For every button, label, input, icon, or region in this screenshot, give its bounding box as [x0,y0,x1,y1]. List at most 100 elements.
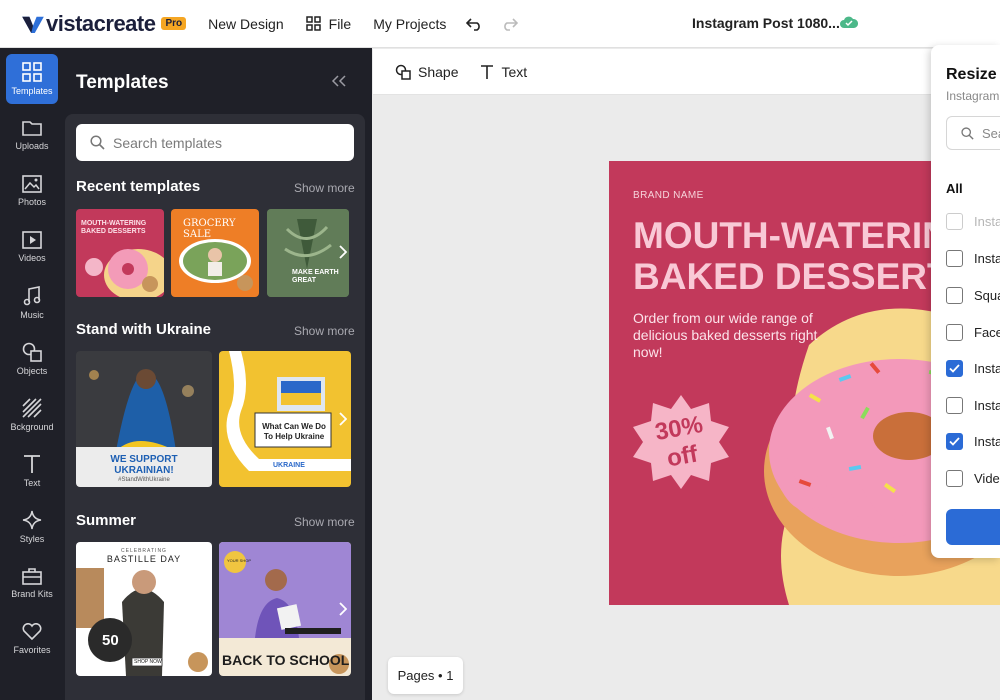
rail-label: Brand Kits [11,589,53,599]
my-projects-label: My Projects [373,15,447,32]
design-brand-name[interactable]: BRAND NAME [633,190,704,201]
file-menu-button[interactable]: File [305,16,351,32]
rail-objects[interactable]: Objects [6,334,58,384]
checkbox[interactable] [946,287,963,304]
rail-videos[interactable]: Videos [6,222,58,272]
rail-uploads[interactable]: Uploads [6,110,58,160]
next-arrow-recent[interactable] [339,245,348,264]
checkbox[interactable] [946,213,963,230]
resize-panel: Resize Instagram Post Search All Instagr… [931,45,1000,558]
resize-option[interactable]: Instagram Story [946,250,1000,267]
cloud-saved-icon [840,16,858,28]
thumb-text: YOUR SHOP [227,558,252,563]
resize-option-label: Video [974,471,1000,486]
next-arrow-summer[interactable] [339,602,348,621]
resize-option[interactable]: Facebook Post [946,324,1000,341]
checkbox[interactable] [946,470,963,487]
collapse-panel-button[interactable] [331,74,347,92]
badge-off: off [664,440,700,473]
template-thumb-bastille[interactable]: CELEBRATING BASTILLE DAY 50 SHOP NOW [76,542,212,676]
template-thumb-back-to-school[interactable]: YOUR SHOP BACK TO SCHOOL [219,542,351,676]
text-icon [24,455,40,473]
checkbox[interactable] [946,397,963,414]
panel-title: Templates [76,72,169,93]
resize-option[interactable]: Video [946,470,1000,487]
image-icon [22,175,42,193]
thumb-text: MAKE EARTH [292,269,339,276]
section-title-recent: Recent templates [76,178,201,195]
resize-confirm-button[interactable] [946,509,1000,545]
show-more-ukraine[interactable]: Show more [294,324,355,338]
resize-option[interactable]: Instagram Highlight [946,397,1000,414]
templates-icon [22,62,42,82]
video-icon [22,231,42,249]
design-subtitle[interactable]: Order from our wide range of delicious b… [633,310,823,361]
logo[interactable]: vistacreate Pro [22,10,187,37]
left-rail: Templates Uploads Photos Videos Music Ob… [0,48,65,700]
resize-option-label: Facebook Post [974,325,1000,340]
rail-brand-kits[interactable]: Brand Kits [6,558,58,608]
pages-button[interactable]: Pages • 1 [388,657,463,694]
new-design-button[interactable]: New Design [208,16,283,32]
redo-button[interactable] [502,17,519,31]
checkbox-checked[interactable] [946,360,963,377]
rail-favorites[interactable]: Favorites [6,614,58,664]
text-tool-button[interactable]: Text [480,64,527,80]
rail-text[interactable]: Text [6,446,58,496]
headline-line-2: BAKED DESSERTS [633,256,975,297]
rail-label: Favorites [13,645,51,655]
rail-photos[interactable]: Photos [6,166,58,216]
chevron-right-icon [339,412,348,426]
resize-option-label: Instagram Story [974,251,1000,266]
editor-toolbar: Shape Text [373,49,1000,95]
template-thumb-help-ukraine[interactable]: What Can We Do To Help Ukraine UKRAINE [219,351,351,487]
rail-music[interactable]: Music [6,278,58,328]
thumb-text: BASTILLE DAY [106,554,182,564]
rail-styles[interactable]: Styles [6,502,58,552]
rail-label: Bckground [10,422,54,432]
thumb-text: 50 [102,632,119,649]
next-arrow-ukraine[interactable] [339,412,348,431]
resize-title: Resize [946,66,997,83]
check-icon [949,364,960,373]
template-thumb-grocery[interactable]: GROCERY SALE [171,209,259,297]
resize-option[interactable]: Instagram Ad [946,433,1000,450]
resize-option[interactable]: Instagram Reel [946,360,1000,377]
resize-option[interactable]: Square Video Post [946,287,1000,304]
checkbox-checked[interactable] [946,433,963,450]
search-icon [90,135,105,150]
thumb-text: What Can We Do [262,422,326,431]
rail-label: Templates [11,86,53,96]
thumb-text: MOUTH-WATERING [81,220,147,227]
checkbox[interactable] [946,324,963,341]
thumb-text: GROCERY SALE [183,218,236,240]
design-headline[interactable]: MOUTH-WATERING BAKED DESSERTS [633,215,978,297]
show-more-recent[interactable]: Show more [294,181,355,195]
rail-label: Photos [17,197,47,207]
resize-option[interactable]: Instagram Post [946,213,1000,230]
chevron-right-icon [339,245,348,259]
document-title[interactable]: Instagram Post 1080... [692,15,840,31]
text-icon [481,64,494,79]
template-search-input[interactable] [113,134,333,151]
thumb-text: BAKED DESSERTS [81,228,146,235]
my-projects-button[interactable]: My Projects [373,16,446,32]
template-thumb-desserts[interactable]: MOUTH-WATERING BAKED DESSERTS [76,209,164,297]
brand-name: vistacreate [46,10,156,36]
rail-templates[interactable]: Templates [6,54,58,104]
template-thumb-we-support[interactable]: WE SUPPORT UKRAINIAN! #StandWithUkraine [76,351,212,487]
show-more-summer[interactable]: Show more [294,515,355,529]
undo-button[interactable] [466,17,482,31]
briefcase-icon [22,568,42,585]
rail-background[interactable]: Bckground [6,390,58,440]
shape-tool-button[interactable]: Shape [395,64,458,80]
sparkle-icon [22,510,42,530]
checkbox[interactable] [946,250,963,267]
resize-option-label: Instagram Reel [974,361,1000,376]
rail-label: Music [20,310,44,320]
template-search-box[interactable] [76,124,354,161]
shape-icon [395,64,411,80]
resize-search-input[interactable]: Search [946,116,1000,150]
template-thumb-earth[interactable]: MAKE EARTH GREAT [267,209,349,297]
folder-icon [22,121,42,136]
